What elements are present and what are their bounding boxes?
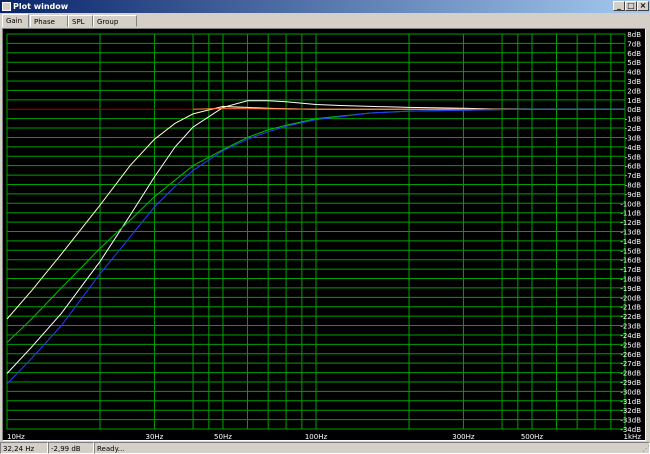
y-tick-label: -19dB — [620, 285, 641, 293]
y-tick-label: -12dB — [620, 219, 641, 227]
y-tick-label: -26dB — [620, 351, 641, 359]
y-tick-label: -13dB — [620, 229, 641, 237]
y-tick-label: 7dB — [627, 40, 641, 48]
y-tick-label: -20dB — [620, 294, 641, 302]
y-tick-label: 8dB — [627, 31, 641, 39]
y-tick-label: -2dB — [625, 125, 641, 133]
y-tick-label: -30dB — [620, 388, 641, 396]
y-tick-label: 3dB — [627, 78, 641, 86]
y-tick-label: -25dB — [620, 341, 641, 349]
resize-grip[interactable]: ⋰ — [640, 444, 650, 454]
status-bar: 32,24 Hz -2,99 dB Ready... ⋰ — [0, 442, 650, 454]
y-tick-label: -6dB — [625, 163, 641, 171]
status-message: Ready... — [94, 442, 650, 454]
x-tick-label: 50Hz — [214, 433, 232, 440]
y-tick-label: -23dB — [620, 323, 641, 331]
y-tick-label: -1dB — [625, 116, 641, 124]
y-tick-label: 4dB — [627, 69, 641, 77]
y-tick-label: -32dB — [620, 407, 641, 415]
window-title: Plot window — [13, 2, 69, 11]
y-tick-label: 1dB — [627, 97, 641, 105]
y-tick-label: -31dB — [620, 398, 641, 406]
title-bar[interactable]: Plot window _ □ × — [0, 0, 650, 13]
y-tick-label: -18dB — [620, 276, 641, 284]
gain-plot[interactable]: 8dB7dB 6dB5dB 4dB3dB2dB 1dB0dB -1dB-2dB-3dB -… — [3, 29, 645, 440]
y-tick-label: -5dB — [625, 153, 641, 161]
y-tick-label: -7dB — [625, 172, 641, 180]
maximize-button[interactable]: □ — [625, 1, 637, 11]
y-tick-label: -16dB — [620, 257, 641, 265]
x-tick-label: 500Hz — [521, 433, 544, 440]
minimize-button[interactable]: _ — [613, 1, 625, 11]
status-gain: -2,99 dB — [48, 442, 94, 454]
y-tick-label: -14dB — [620, 238, 641, 246]
y-tick-label: -29dB — [620, 379, 641, 387]
tab-strip: Gain Phase plot SPL Group delay — [2, 14, 648, 38]
y-tick-label: -3dB — [625, 134, 641, 142]
y-tick-label: 6dB — [627, 50, 641, 58]
y-tick-label: -24dB — [620, 332, 641, 340]
y-tick-label: -27dB — [620, 360, 641, 368]
y-tick-label: -4dB — [625, 144, 641, 152]
y-tick-label: 0dB — [627, 106, 641, 114]
y-tick-label: -8dB — [625, 181, 641, 189]
y-tick-label: -17dB — [620, 266, 641, 274]
y-tick-label: -10dB — [620, 200, 641, 208]
y-tick-label: -15dB — [620, 247, 641, 255]
x-tick-label: 1kHz — [624, 433, 642, 440]
y-tick-label: -11dB — [620, 210, 641, 218]
y-tick-label: -22dB — [620, 313, 641, 321]
y-tick-label: -33dB — [620, 417, 641, 425]
tab-spl[interactable]: SPL — [68, 15, 93, 27]
status-frequency: 32,24 Hz — [0, 442, 48, 454]
y-tick-label: -9dB — [625, 191, 641, 199]
y-tick-label: 2dB — [627, 87, 641, 95]
tab-gain[interactable]: Gain — [2, 14, 29, 28]
plot-window: Plot window _ □ × Gain Phase plot SPL Gr… — [0, 0, 650, 454]
x-tick-label: 100Hz — [305, 433, 328, 440]
app-icon — [2, 2, 11, 11]
x-tick-label: 300Hz — [452, 433, 475, 440]
y-tick-label: 5dB — [627, 59, 641, 67]
y-tick-label: -21dB — [620, 304, 641, 312]
tab-group-delay[interactable]: Group delay — [93, 15, 137, 38]
x-tick-label: 30Hz — [146, 433, 164, 440]
tab-phase-plot[interactable]: Phase plot — [30, 15, 68, 38]
y-tick-label: -28dB — [620, 370, 641, 378]
x-tick-label: 10Hz — [7, 433, 25, 440]
close-button[interactable]: × — [637, 1, 649, 11]
